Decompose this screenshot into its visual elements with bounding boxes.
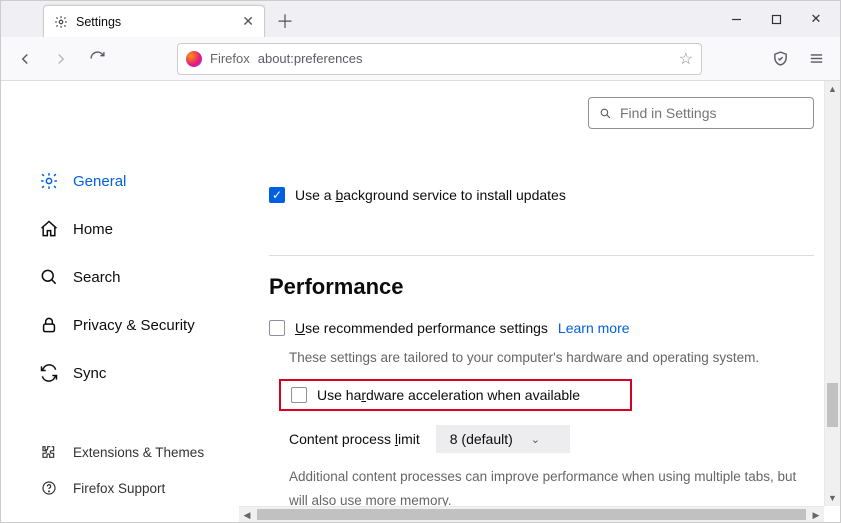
vertical-scrollbar[interactable]: ▲ ▼ bbox=[824, 81, 840, 506]
select-value: 8 (default) bbox=[450, 431, 513, 447]
sidebar-label: Extensions & Themes bbox=[73, 445, 204, 460]
scroll-down-button[interactable]: ▼ bbox=[825, 490, 840, 506]
bg-service-row: Use a background service to install upda… bbox=[269, 187, 814, 203]
identity-label: Firefox bbox=[210, 51, 250, 66]
window-maximize-button[interactable] bbox=[756, 4, 796, 34]
content-process-row: Content process limit 8 (default) ⌄ bbox=[289, 425, 814, 453]
scroll-thumb[interactable] bbox=[257, 509, 806, 520]
hw-accel-checkbox[interactable] bbox=[291, 387, 307, 403]
sidebar-item-support[interactable]: Firefox Support bbox=[39, 470, 239, 506]
back-button[interactable] bbox=[9, 43, 41, 75]
scroll-up-button[interactable]: ▲ bbox=[825, 81, 840, 97]
sidebar-label: Privacy & Security bbox=[73, 317, 195, 334]
toolbar: Firefox about:preferences ☆ bbox=[1, 37, 840, 81]
url-bar[interactable]: Firefox about:preferences ☆ bbox=[177, 43, 702, 75]
sidebar-label: Firefox Support bbox=[73, 481, 165, 496]
section-divider bbox=[269, 255, 814, 256]
recommended-checkbox[interactable] bbox=[269, 320, 285, 336]
main-pane: Use a background service to install upda… bbox=[239, 81, 824, 506]
sync-icon bbox=[39, 363, 59, 383]
new-tab-button[interactable]: ＋ bbox=[271, 7, 299, 35]
lock-icon bbox=[39, 315, 59, 335]
window-close-button[interactable]: ✕ bbox=[796, 4, 836, 34]
scroll-left-button[interactable]: ◀ bbox=[239, 507, 255, 523]
sidebar-item-privacy[interactable]: Privacy & Security bbox=[39, 301, 239, 349]
home-icon bbox=[39, 219, 59, 239]
window-minimize-button[interactable] bbox=[716, 4, 756, 34]
sidebar-item-sync[interactable]: Sync bbox=[39, 349, 239, 397]
content-process-label: Content process limit bbox=[289, 431, 420, 447]
protections-icon[interactable] bbox=[764, 43, 796, 75]
bookmark-star-icon[interactable]: ☆ bbox=[679, 49, 693, 69]
sidebar-label: Sync bbox=[73, 365, 106, 382]
find-in-settings[interactable] bbox=[588, 97, 814, 129]
sidebar-label: Home bbox=[73, 221, 113, 238]
forward-button[interactable] bbox=[45, 43, 77, 75]
bg-service-label[interactable]: Use a background service to install upda… bbox=[295, 187, 566, 203]
chevron-down-icon: ⌄ bbox=[531, 433, 540, 446]
tab-title: Settings bbox=[76, 15, 234, 29]
sidebar-item-home[interactable]: Home bbox=[39, 205, 239, 253]
scroll-right-button[interactable]: ▶ bbox=[808, 507, 824, 523]
content-process-note: Additional content processes can improve… bbox=[289, 465, 814, 506]
app-menu-button[interactable] bbox=[800, 43, 832, 75]
search-icon bbox=[39, 267, 59, 287]
browser-tab[interactable]: Settings ✕ bbox=[43, 5, 265, 37]
settings-page: General Home Search Privacy & Security S… bbox=[1, 81, 824, 506]
find-input[interactable] bbox=[620, 105, 803, 121]
sidebar: General Home Search Privacy & Security S… bbox=[1, 81, 239, 506]
recommended-desc: These settings are tailored to your comp… bbox=[289, 350, 814, 365]
tab-close-icon[interactable]: ✕ bbox=[242, 13, 254, 30]
scroll-thumb[interactable] bbox=[827, 383, 838, 427]
sidebar-item-general[interactable]: General bbox=[39, 157, 239, 205]
titlebar: Settings ✕ ＋ ✕ bbox=[1, 1, 840, 37]
performance-heading: Performance bbox=[269, 274, 814, 300]
sidebar-label: Search bbox=[73, 269, 121, 286]
gear-icon bbox=[54, 15, 68, 29]
content-process-select[interactable]: 8 (default) ⌄ bbox=[436, 425, 570, 453]
recommended-label[interactable]: Use recommended performance settings bbox=[295, 320, 548, 336]
bg-service-checkbox[interactable] bbox=[269, 187, 285, 203]
search-icon bbox=[599, 107, 612, 120]
sidebar-label: General bbox=[73, 173, 126, 190]
sidebar-item-extensions[interactable]: Extensions & Themes bbox=[39, 434, 239, 470]
url-text: about:preferences bbox=[258, 51, 671, 66]
help-icon bbox=[39, 478, 59, 498]
horizontal-scrollbar[interactable]: ◀ ▶ bbox=[239, 506, 824, 522]
window-controls: ✕ bbox=[716, 1, 836, 37]
learn-more-link[interactable]: Learn more bbox=[558, 320, 630, 336]
gear-icon bbox=[39, 171, 59, 191]
firefox-icon bbox=[186, 51, 202, 67]
reload-button[interactable] bbox=[81, 43, 113, 75]
hw-accel-label[interactable]: Use hardware acceleration when available bbox=[317, 387, 580, 403]
puzzle-icon bbox=[39, 442, 59, 462]
recommended-row: Use recommended performance settings Lea… bbox=[269, 320, 814, 336]
hw-accel-highlight: Use hardware acceleration when available bbox=[279, 379, 632, 411]
sidebar-item-search[interactable]: Search bbox=[39, 253, 239, 301]
